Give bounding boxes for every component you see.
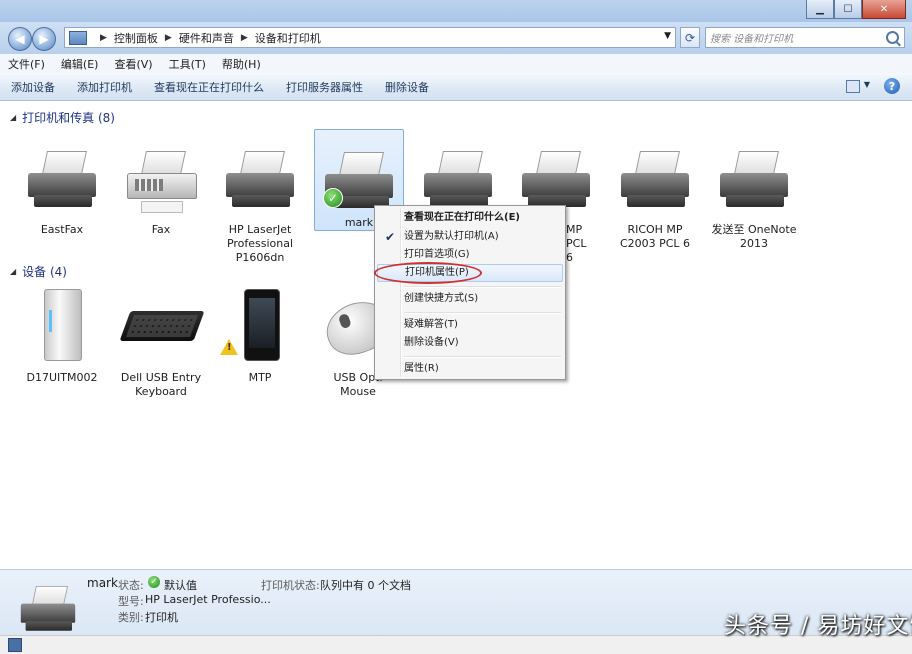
group-title-printers: 打印机和传真 (8) — [22, 111, 115, 125]
menu-item-set-default-label: 设置为默认打印机(A) — [404, 231, 499, 242]
watermark: 头条号 / 易坊好文馆 — [724, 614, 912, 639]
printer-icon — [615, 151, 695, 219]
menu-item-properties[interactable]: 属性(R) — [377, 360, 563, 378]
refresh-button[interactable]: ⟳ — [680, 27, 700, 48]
maximize-button[interactable]: ☐ — [834, 0, 862, 19]
menu-separator — [404, 312, 561, 314]
command-bar: 添加设备 添加打印机 查看现在正在打印什么 打印服务器属性 删除设备 ▼ ? — [0, 73, 912, 101]
menu-view[interactable]: 查看(V) — [106, 56, 160, 72]
menu-item-see-printing[interactable]: 查看现在正在打印什么(E) — [377, 209, 563, 227]
address-dropdown-icon[interactable]: ▼ — [664, 31, 671, 41]
search-placeholder: 搜索 设备和打印机 — [710, 34, 794, 45]
menu-edit[interactable]: 编辑(E) — [53, 56, 107, 72]
menu-separator — [404, 286, 561, 288]
forward-button[interactable]: ▶ — [32, 27, 56, 51]
menu-bar: 文件(F) 编辑(E) 查看(V) 工具(T) 帮助(H) — [0, 54, 912, 74]
details-printer-status-value: 队列中有 0 个文档 — [320, 579, 411, 592]
menu-item-print-preferences[interactable]: 打印首选项(G) — [377, 246, 563, 264]
control-panel-icon — [69, 30, 87, 45]
status-icon — [8, 638, 22, 652]
window-controls: ▁ ☐ ✕ — [806, 0, 906, 19]
menu-separator — [404, 356, 561, 358]
context-menu: 查看现在正在打印什么(E) ✔ 设置为默认打印机(A) 打印首选项(G) 打印机… — [374, 205, 566, 380]
printer-item[interactable]: EastFax — [18, 151, 106, 237]
default-check-icon: ✓ — [323, 188, 343, 208]
menu-item-remove-device[interactable]: 删除设备(V) — [377, 334, 563, 352]
address-row: ◀ ▶ ▶ 控制面板 ▶ 硬件和声音 ▶ 设备和打印机 ▼ ⟳ 搜索 设备和打印… — [0, 22, 912, 54]
minimize-button[interactable]: ▁ — [806, 0, 834, 19]
printer-label: RICOH MP C2003 PCL 6 — [619, 223, 691, 250]
keyboard-icon — [119, 289, 205, 367]
device-item[interactable]: ! MTP — [216, 289, 304, 385]
search-icon — [886, 31, 899, 44]
add-device-button[interactable]: 添加设备 — [0, 79, 66, 95]
view-options-icon[interactable] — [846, 80, 860, 93]
group-title-devices: 设备 (4) — [22, 265, 67, 279]
group-header-printers[interactable]: ◢ 打印机和传真 (8) — [10, 109, 115, 126]
printer-label: Fax — [151, 223, 171, 236]
printer-icon — [16, 586, 78, 634]
add-printer-button[interactable]: 添加打印机 — [66, 79, 143, 95]
help-icon[interactable]: ? — [884, 78, 900, 94]
phone-icon: ! — [220, 289, 300, 367]
collapse-icon: ◢ — [10, 113, 17, 122]
details-printer-status-key: 打印机状态: — [261, 579, 320, 592]
printer-icon — [714, 151, 794, 219]
printer-icon — [220, 151, 300, 219]
printer-label: EastFax — [40, 223, 84, 236]
group-header-devices[interactable]: ◢ 设备 (4) — [10, 263, 67, 280]
details-category-key: 类别: — [118, 611, 144, 624]
menu-item-troubleshoot[interactable]: 疑难解答(T) — [377, 316, 563, 334]
printer-item[interactable]: Fax — [117, 151, 205, 237]
menu-item-create-shortcut[interactable]: 创建快捷方式(S) — [377, 290, 563, 308]
print-server-properties-button[interactable]: 打印服务器属性 — [275, 79, 374, 95]
menu-item-set-default[interactable]: ✔ 设置为默认打印机(A) — [377, 228, 563, 246]
fax-icon — [121, 151, 201, 219]
back-button[interactable]: ◀ — [8, 27, 32, 51]
breadcrumb-control-panel[interactable]: 控制面板 — [114, 30, 158, 46]
details-model-value: HP LaserJet Professio... — [145, 593, 271, 606]
device-item[interactable]: Dell USB Entry Keyboard — [117, 289, 205, 399]
details-model-key: 型号: — [118, 595, 144, 608]
see-whats-printing-button[interactable]: 查看现在正在打印什么 — [143, 79, 275, 95]
collapse-icon: ◢ — [10, 267, 17, 276]
hard-drive-icon — [22, 289, 102, 367]
close-button[interactable]: ✕ — [862, 0, 906, 19]
details-name: mark — [87, 576, 118, 590]
menu-help[interactable]: 帮助(H) — [214, 56, 269, 72]
menu-tools[interactable]: 工具(T) — [161, 56, 214, 72]
device-item[interactable]: D17UITM002 — [18, 289, 106, 385]
warning-icon: ! — [220, 339, 238, 355]
default-check-icon: ✓ — [145, 575, 163, 588]
breadcrumb-devices-printers[interactable]: 设备和打印机 — [255, 30, 321, 46]
search-input[interactable]: 搜索 设备和打印机 — [705, 27, 905, 48]
printer-item[interactable]: HP LaserJet Professional P1606dn — [216, 151, 304, 265]
menu-file[interactable]: 文件(F) — [0, 56, 53, 72]
breadcrumb-hardware-sound[interactable]: 硬件和声音 — [179, 30, 234, 46]
breadcrumb: ▶ 控制面板 ▶ 硬件和声音 ▶ 设备和打印机 — [100, 30, 321, 46]
device-label: Dell USB Entry Keyboard — [120, 371, 202, 398]
checkmark-icon: ✔ — [385, 230, 396, 244]
printer-item[interactable]: 发送至 OneNote 2013 — [710, 151, 798, 251]
printer-icon — [22, 151, 102, 219]
printer-label: HP LaserJet Professional P1606dn — [226, 223, 294, 264]
title-bar: ▁ ☐ ✕ — [0, 0, 912, 22]
highlight-annotation — [374, 262, 482, 284]
device-label: MTP — [248, 371, 272, 384]
details-category-value: 打印机 — [145, 611, 178, 624]
printer-label: 发送至 OneNote 2013 — [711, 223, 797, 250]
address-bar[interactable]: ▶ 控制面板 ▶ 硬件和声音 ▶ 设备和打印机 ▼ — [64, 27, 676, 48]
device-label: D17UITM002 — [26, 371, 98, 384]
details-status-key: 状态: — [118, 579, 144, 592]
details-status-value: 默认值 — [164, 579, 197, 592]
printer-item[interactable]: RICOH MP C2003 PCL 6 — [611, 151, 699, 251]
remove-device-button[interactable]: 删除设备 — [374, 79, 440, 95]
view-dropdown-icon[interactable]: ▼ — [864, 80, 870, 89]
